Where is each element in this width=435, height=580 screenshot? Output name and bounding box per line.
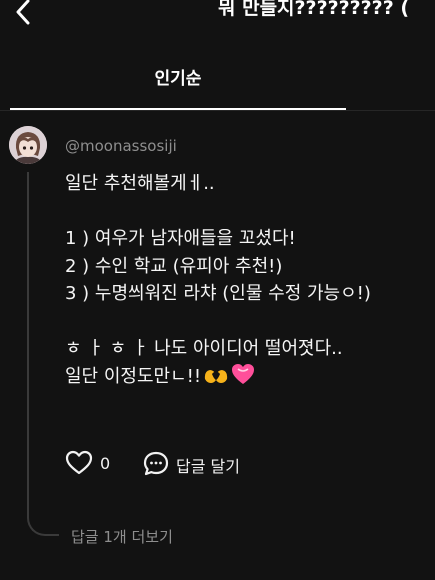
back-arrow-icon xyxy=(16,0,30,25)
heart-hands-emoji-icon xyxy=(204,369,228,383)
avatar[interactable] xyxy=(9,126,47,164)
comment-line: 일단 이정도만ㄴ!! xyxy=(65,365,202,387)
comment-line: 일단 추천해볼게ㅔ.. xyxy=(65,173,215,194)
back-button[interactable] xyxy=(12,0,36,26)
comment-line: 3 ) 누명씌워진 라챠 (인물 수정 가능ㅇ!) xyxy=(65,283,371,304)
top-bar: 뭐 만들지????????? ( xyxy=(0,0,435,40)
comment-line: ㅎ ㅏ ㅎ ㅏ 나도 아이디어 떨어졋다.. xyxy=(65,338,343,359)
reply-label[interactable]: 답글 달기 xyxy=(176,453,240,477)
like-count: 0 xyxy=(100,454,111,473)
tab-popular[interactable]: 인기순 xyxy=(10,56,346,110)
comment-last-line: 일단 이정도만ㄴ!! xyxy=(65,363,430,391)
tab-bar: 인기순 xyxy=(0,56,435,111)
comment-username[interactable]: @moonassosiji xyxy=(65,137,177,155)
heart-outline-icon xyxy=(65,450,93,475)
pink-heart-emoji-icon xyxy=(232,363,255,384)
comment-bubble-icon xyxy=(143,451,169,476)
comment-line: 1 ) 여우가 남자애들을 꼬셨다! xyxy=(65,228,296,249)
thread-line xyxy=(27,172,59,536)
comment-text: 일단 추천해볼게ㅔ.. 1 ) 여우가 남자애들을 꼬셨다! 2 ) 수인 학교… xyxy=(65,170,430,390)
like-button[interactable] xyxy=(64,448,94,478)
avatar-image xyxy=(9,126,47,164)
page-title: 뭐 만들지????????? ( xyxy=(218,0,410,19)
view-more-replies-link[interactable]: 답글 1개 더보기 xyxy=(71,526,173,547)
reply-button[interactable] xyxy=(142,450,170,478)
comment-line: 2 ) 수인 학교 (유피아 추천!) xyxy=(65,255,283,277)
